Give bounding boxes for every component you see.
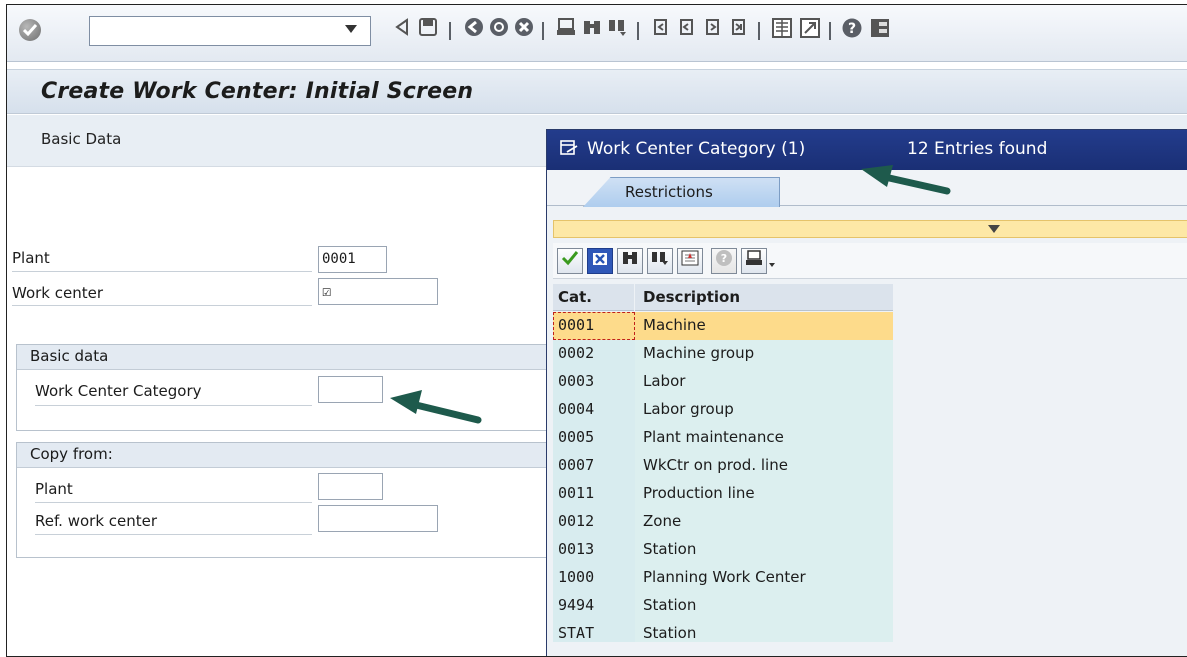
find-icon[interactable] [581,17,603,41]
work-center-category-input[interactable] [318,376,383,403]
work-center-input[interactable]: ☑ [318,278,438,305]
list-item[interactable]: STAT Station [553,620,893,648]
enter-icon[interactable] [19,19,41,41]
sap-window: ? Create Work Center: Initial Screen Bas… [6,4,1187,657]
next-page-icon[interactable] [702,17,724,41]
basic-data-group-title: Basic data [30,347,109,365]
list-item[interactable]: 0013 Station [553,536,893,564]
svg-text:?: ? [848,21,856,37]
back-icon[interactable] [391,17,413,41]
ref-work-center-input[interactable] [318,505,438,532]
column-header-cat[interactable]: Cat. [553,284,634,311]
expand-triangle-icon[interactable] [988,225,1000,233]
ref-work-center-label: Ref. work center [35,512,158,530]
column-header-description[interactable]: Description [635,284,893,311]
find-next-icon[interactable] [607,17,629,41]
popup-title: Work Center Category (1) [587,139,806,159]
help-icon[interactable]: ? [841,17,863,41]
svg-text:?: ? [721,252,727,265]
first-page-icon[interactable] [650,17,672,41]
list-item[interactable]: 0001 Machine [553,312,893,340]
basic-data-button[interactable]: Basic Data [41,130,121,148]
tab-restrictions-label: Restrictions [625,183,713,201]
annotation-arrow-icon [390,390,482,424]
work-center-category-label: Work Center Category [35,382,202,400]
back-nav-icon[interactable] [463,17,485,41]
list-item[interactable]: 0011 Production line [553,480,893,508]
print-icon[interactable] [555,17,577,41]
list-item[interactable]: 0012 Zone [553,508,893,536]
copy-from-group-title: Copy from: [30,445,113,463]
standard-toolbar: ? [7,5,1187,62]
shortcut-icon[interactable] [799,17,821,41]
entries-found-text: 12 Entries found [907,139,1048,159]
work-center-label: Work center [12,284,104,302]
hit-list-icon[interactable] [677,248,703,274]
list-item[interactable]: 0005 Plant maintenance [553,424,893,452]
annotation-arrow-icon [861,165,951,195]
list-item[interactable]: 1000 Planning Work Center [553,564,893,592]
prev-page-icon[interactable] [676,17,698,41]
tab-restrictions[interactable]: Restrictions [583,177,780,207]
command-dropdown-icon[interactable] [345,25,357,33]
plant-input[interactable]: 0001 [318,246,387,273]
find-next-icon[interactable] [647,248,673,274]
popup-toolbar: ? [553,243,1187,279]
exit-icon[interactable] [488,17,510,41]
save-icon[interactable] [417,17,439,41]
restrictions-collapse-bar[interactable] [553,220,1187,238]
new-session-icon[interactable] [771,17,793,41]
list-item[interactable]: 0003 Labor [553,368,893,396]
command-field[interactable] [89,16,371,46]
layout-icon[interactable] [869,17,891,41]
copy-plant-label: Plant [35,480,73,498]
copy-from-group: Copy from: [16,442,556,558]
last-page-icon[interactable] [728,17,750,41]
list-item[interactable]: 9494 Station [553,592,893,620]
copy-plant-input[interactable] [318,473,383,500]
list-item[interactable]: 0002 Machine group [553,340,893,368]
find-icon[interactable] [617,248,643,274]
plant-label: Plant [12,249,50,267]
page-title: Create Work Center: Initial Screen [41,79,474,104]
help-icon[interactable]: ? [711,248,737,274]
popup-window-icon [560,140,578,155]
cancel-x-icon[interactable] [587,248,613,274]
list-item[interactable]: 0004 Labor group [553,396,893,424]
print-icon[interactable] [741,248,767,274]
value-list: Cat. Description 0001 Machine 0002 Machine… [553,284,1187,656]
list-item[interactable]: 0007 WkCtr on prod. line [553,452,893,480]
f4-help-popup: Work Center Category (1) 12 Entries foun… [546,129,1187,656]
continue-check-icon[interactable] [557,248,583,274]
cancel-icon[interactable] [513,17,535,41]
title-bar: Create Work Center: Initial Screen [7,69,1187,114]
print-dropdown-icon[interactable] [769,263,775,267]
